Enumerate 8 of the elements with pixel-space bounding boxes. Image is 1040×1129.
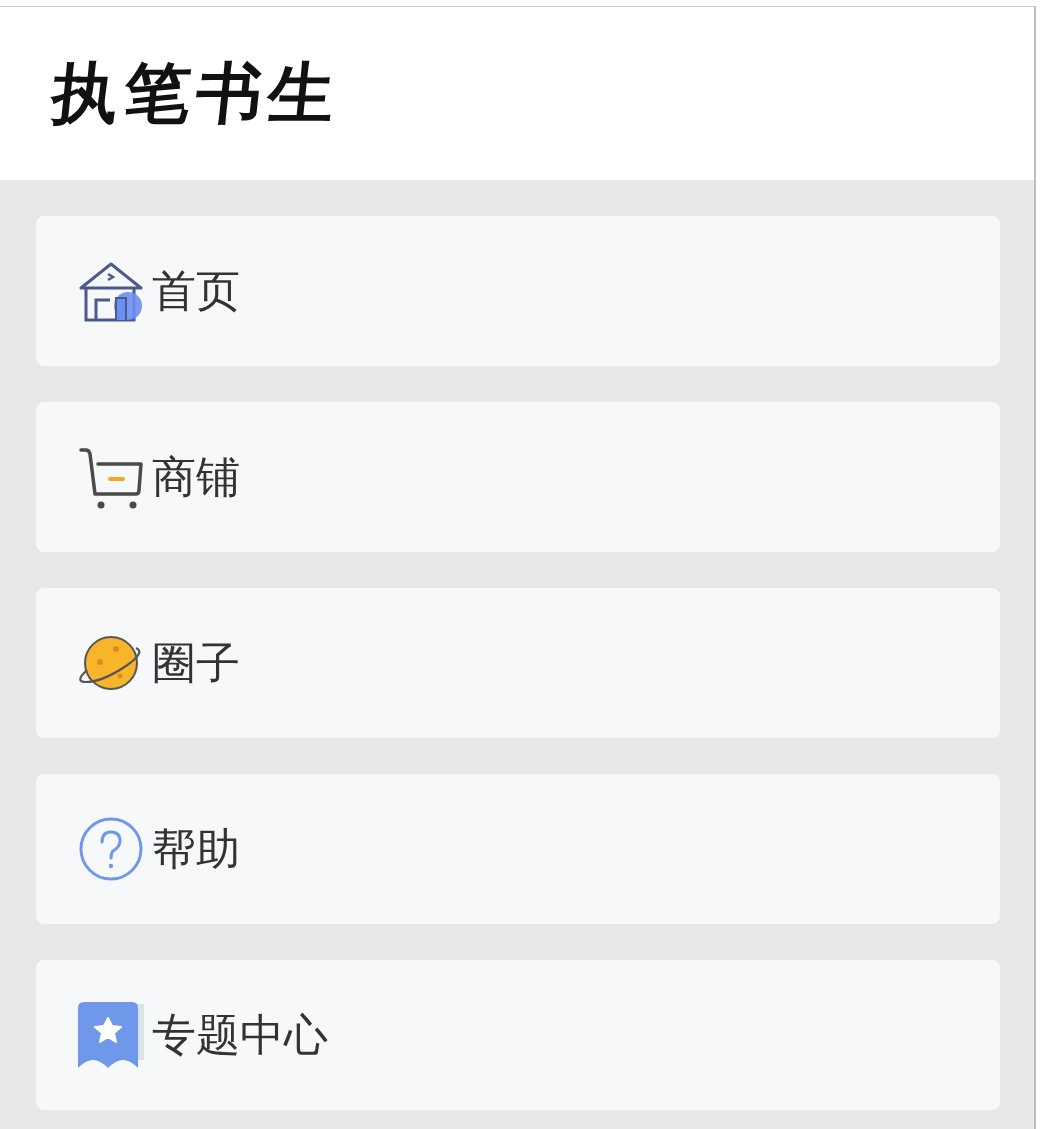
bookmark-icon (78, 1002, 144, 1068)
site-logo-title: 执笔书生 (47, 55, 345, 132)
help-icon (78, 816, 144, 882)
menu-item[interactable]: 圈子 (36, 588, 1000, 738)
menu-item[interactable]: 商铺 (36, 402, 1000, 552)
menu-item[interactable]: 专题中心 (36, 960, 1000, 1110)
menu-item[interactable]: 首页 (36, 216, 1000, 366)
menu-item[interactable]: 帮助 (36, 774, 1000, 924)
